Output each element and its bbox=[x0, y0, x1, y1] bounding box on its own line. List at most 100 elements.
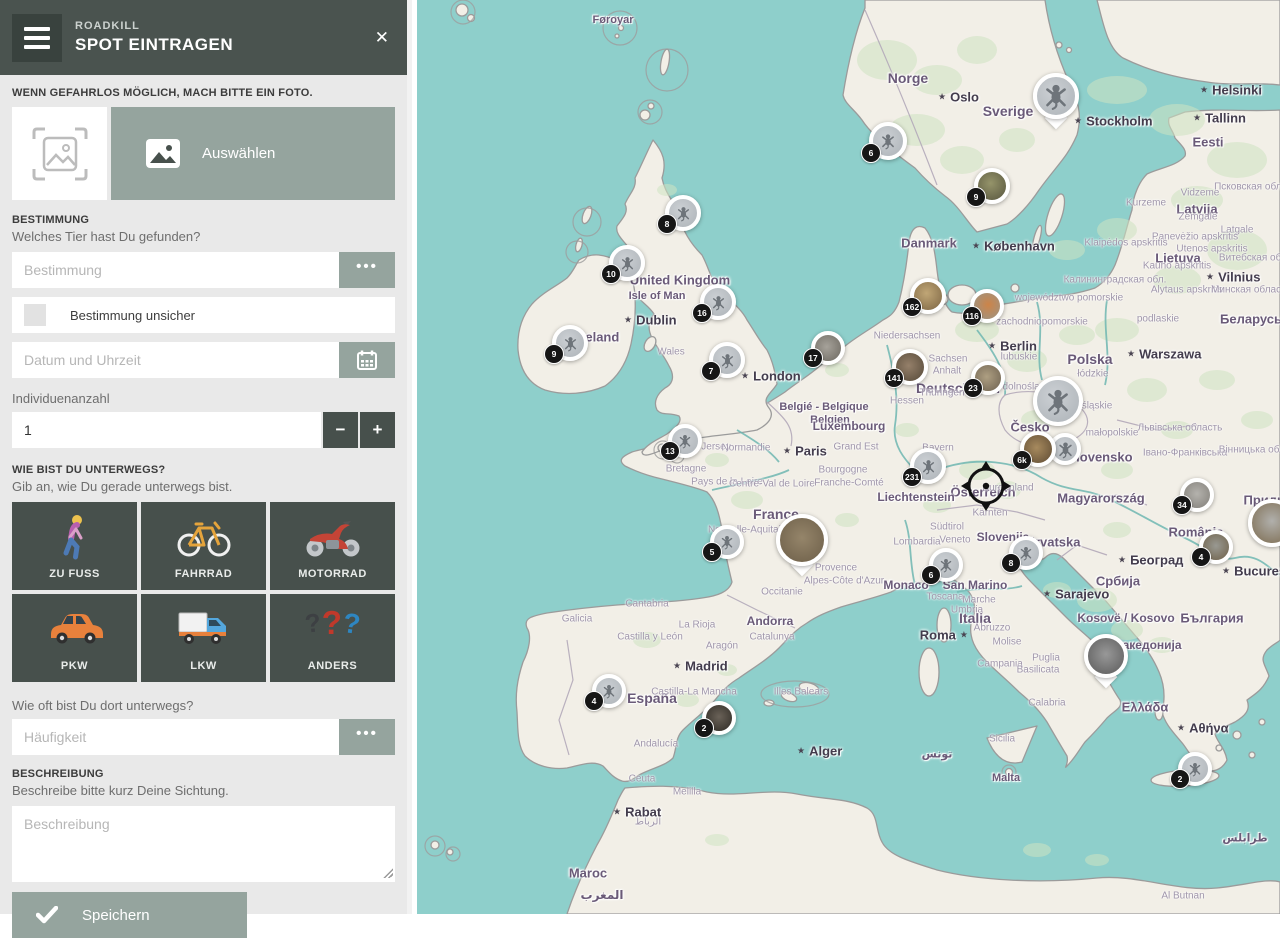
transport-label-other: ANDERS bbox=[308, 660, 357, 672]
sighting-photo-thumbnail bbox=[1248, 499, 1280, 547]
location-compass-icon[interactable] bbox=[960, 460, 1012, 512]
choose-photo-label: Auswählen bbox=[202, 145, 275, 162]
check-icon bbox=[36, 906, 58, 924]
map-markers: 69 8 10 16 7 91716211614123 bbox=[417, 0, 1280, 914]
transport-option-motorcycle[interactable]: MOTORRAD bbox=[270, 502, 395, 590]
cluster-count-badge: 34 bbox=[1172, 495, 1192, 515]
bestimmung-options-button[interactable]: ••• bbox=[339, 252, 395, 288]
description-heading: BESCHREIBUNG bbox=[12, 768, 395, 780]
description-sub: Beschreibe bitte kurz Deine Sichtung. bbox=[12, 783, 395, 798]
map-cluster-marker[interactable]: 231 bbox=[910, 448, 946, 484]
frequency-options-button[interactable]: ••• bbox=[339, 719, 395, 755]
transport-option-bike[interactable]: FAHRRAD bbox=[141, 502, 266, 590]
transport-option-truck[interactable]: LKW bbox=[141, 594, 266, 682]
unsure-checkbox-row[interactable]: Bestimmung unsicher bbox=[12, 297, 395, 333]
map-cluster-marker[interactable]: 116 bbox=[970, 289, 1004, 323]
description-textarea[interactable] bbox=[12, 806, 395, 882]
map-cluster-marker[interactable]: 8 bbox=[665, 195, 701, 231]
motorcycle-icon bbox=[270, 512, 395, 562]
pedestrian-icon bbox=[12, 512, 137, 562]
car-icon bbox=[12, 604, 137, 648]
transport-heading: WIE BIST DU UNTERWEGS? bbox=[12, 464, 395, 476]
transport-label-walk: ZU FUSS bbox=[49, 568, 100, 580]
menu-icon[interactable] bbox=[12, 14, 62, 62]
cluster-count-badge: 5 bbox=[702, 542, 722, 562]
map-cluster-marker[interactable]: 162 bbox=[910, 278, 946, 314]
photo-section-label: WENN GEFAHRLOS MÖGLICH, MACH BITTE EIN F… bbox=[12, 87, 395, 99]
cluster-count-badge: 6 bbox=[861, 143, 881, 163]
close-icon[interactable]: ✕ bbox=[371, 24, 393, 52]
cluster-count-badge: 7 bbox=[701, 361, 721, 381]
map-cluster-marker[interactable] bbox=[1248, 499, 1280, 547]
europe-map[interactable]: FøroyarNorgeSverigeDanmarkEestiLatvijaLi… bbox=[417, 0, 1280, 914]
frequency-input[interactable] bbox=[12, 719, 339, 755]
individuals-label: Individuenanzahl bbox=[12, 391, 395, 406]
photo-preview-placeholder[interactable] bbox=[12, 107, 107, 200]
sighting-photo-thumbnail bbox=[776, 514, 828, 566]
map-cluster-marker[interactable]: 23 bbox=[971, 361, 1005, 395]
map-cluster-marker[interactable]: 6 bbox=[929, 548, 963, 582]
map-spot-pin[interactable] bbox=[776, 514, 828, 566]
frequency-label: Wie oft bist Du dort unterwegs? bbox=[12, 698, 395, 713]
cluster-count-badge: 9 bbox=[544, 344, 564, 364]
cluster-count-badge: 6k bbox=[1012, 450, 1032, 470]
map-cluster-marker[interactable]: 10 bbox=[609, 245, 645, 281]
cluster-count-badge: 6 bbox=[921, 565, 941, 585]
transport-option-car[interactable]: PKW bbox=[12, 594, 137, 682]
cluster-count-badge: 2 bbox=[694, 718, 714, 738]
map-cluster-marker[interactable]: 16 bbox=[700, 284, 736, 320]
individuals-input[interactable] bbox=[12, 412, 321, 448]
map-cluster-marker[interactable]: 141 bbox=[892, 349, 928, 385]
transport-sub: Gib an, wie Du gerade unterwegs bist. bbox=[12, 479, 395, 494]
cluster-count-badge: 116 bbox=[962, 306, 982, 326]
cluster-count-badge: 17 bbox=[803, 348, 823, 368]
map-spot-pin[interactable] bbox=[1084, 634, 1128, 678]
truck-icon bbox=[141, 604, 266, 648]
cluster-count-badge: 13 bbox=[660, 441, 680, 461]
map-cluster-marker[interactable]: 9 bbox=[974, 168, 1010, 204]
cluster-count-badge: 9 bbox=[966, 187, 986, 207]
cluster-count-badge: 8 bbox=[657, 214, 677, 234]
save-button[interactable]: Speichern bbox=[12, 892, 247, 938]
map-cluster-marker[interactable]: 8 bbox=[1009, 536, 1043, 570]
transport-label-truck: LKW bbox=[190, 660, 217, 672]
datetime-input[interactable] bbox=[12, 342, 339, 378]
choose-photo-button[interactable]: Auswählen bbox=[111, 107, 395, 200]
map-cluster-marker[interactable]: 2 bbox=[702, 701, 736, 735]
panel-title: SPOT EINTRAGEN bbox=[75, 35, 371, 55]
map-cluster-marker[interactable]: 9 bbox=[552, 325, 588, 361]
cluster-count-badge: 231 bbox=[902, 467, 922, 487]
map-cluster-marker[interactable]: 34 bbox=[1180, 478, 1214, 512]
textarea-resize-handle[interactable] bbox=[383, 868, 393, 878]
cluster-count-badge: 10 bbox=[601, 264, 621, 284]
bicycle-icon bbox=[141, 512, 266, 562]
save-label: Speichern bbox=[82, 907, 150, 924]
map-cluster-marker[interactable]: 4 bbox=[592, 674, 626, 708]
map-cluster-marker[interactable]: 6 bbox=[869, 122, 907, 160]
calendar-button[interactable] bbox=[339, 342, 395, 378]
transport-option-other[interactable]: ??? ANDERS bbox=[270, 594, 395, 682]
unsure-checkbox[interactable] bbox=[24, 304, 46, 326]
map-cluster-marker[interactable] bbox=[1033, 376, 1083, 426]
decrement-button[interactable]: − bbox=[323, 412, 358, 448]
cluster-count-badge: 23 bbox=[963, 378, 983, 398]
bestimmung-input[interactable] bbox=[12, 252, 339, 288]
map-cluster-marker[interactable]: 13 bbox=[668, 424, 702, 458]
calendar-icon bbox=[356, 349, 378, 371]
map-cluster-marker[interactable]: 17 bbox=[811, 331, 845, 365]
image-icon bbox=[146, 139, 180, 168]
map-cluster-marker[interactable]: 6k bbox=[1020, 431, 1056, 467]
map-spot-pin[interactable] bbox=[1033, 73, 1079, 119]
animal-silhouette-icon bbox=[1033, 73, 1079, 119]
cluster-count-badge: 162 bbox=[902, 297, 922, 317]
map-cluster-marker[interactable]: 7 bbox=[709, 342, 745, 378]
map-cluster-marker[interactable]: 2 bbox=[1178, 752, 1212, 786]
map-cluster-marker[interactable]: 5 bbox=[710, 525, 744, 559]
increment-button[interactable]: + bbox=[360, 412, 395, 448]
cluster-count-badge: 16 bbox=[692, 303, 712, 323]
transport-option-walk[interactable]: ZU FUSS bbox=[12, 502, 137, 590]
panel-header: ROADKILL SPOT EINTRAGEN ✕ bbox=[0, 0, 407, 75]
map-cluster-marker[interactable]: 4 bbox=[1199, 530, 1233, 564]
spot-entry-panel: ROADKILL SPOT EINTRAGEN ✕ WENN GEFAHRLOS… bbox=[0, 0, 412, 914]
unsure-label: Bestimmung unsicher bbox=[70, 308, 195, 323]
